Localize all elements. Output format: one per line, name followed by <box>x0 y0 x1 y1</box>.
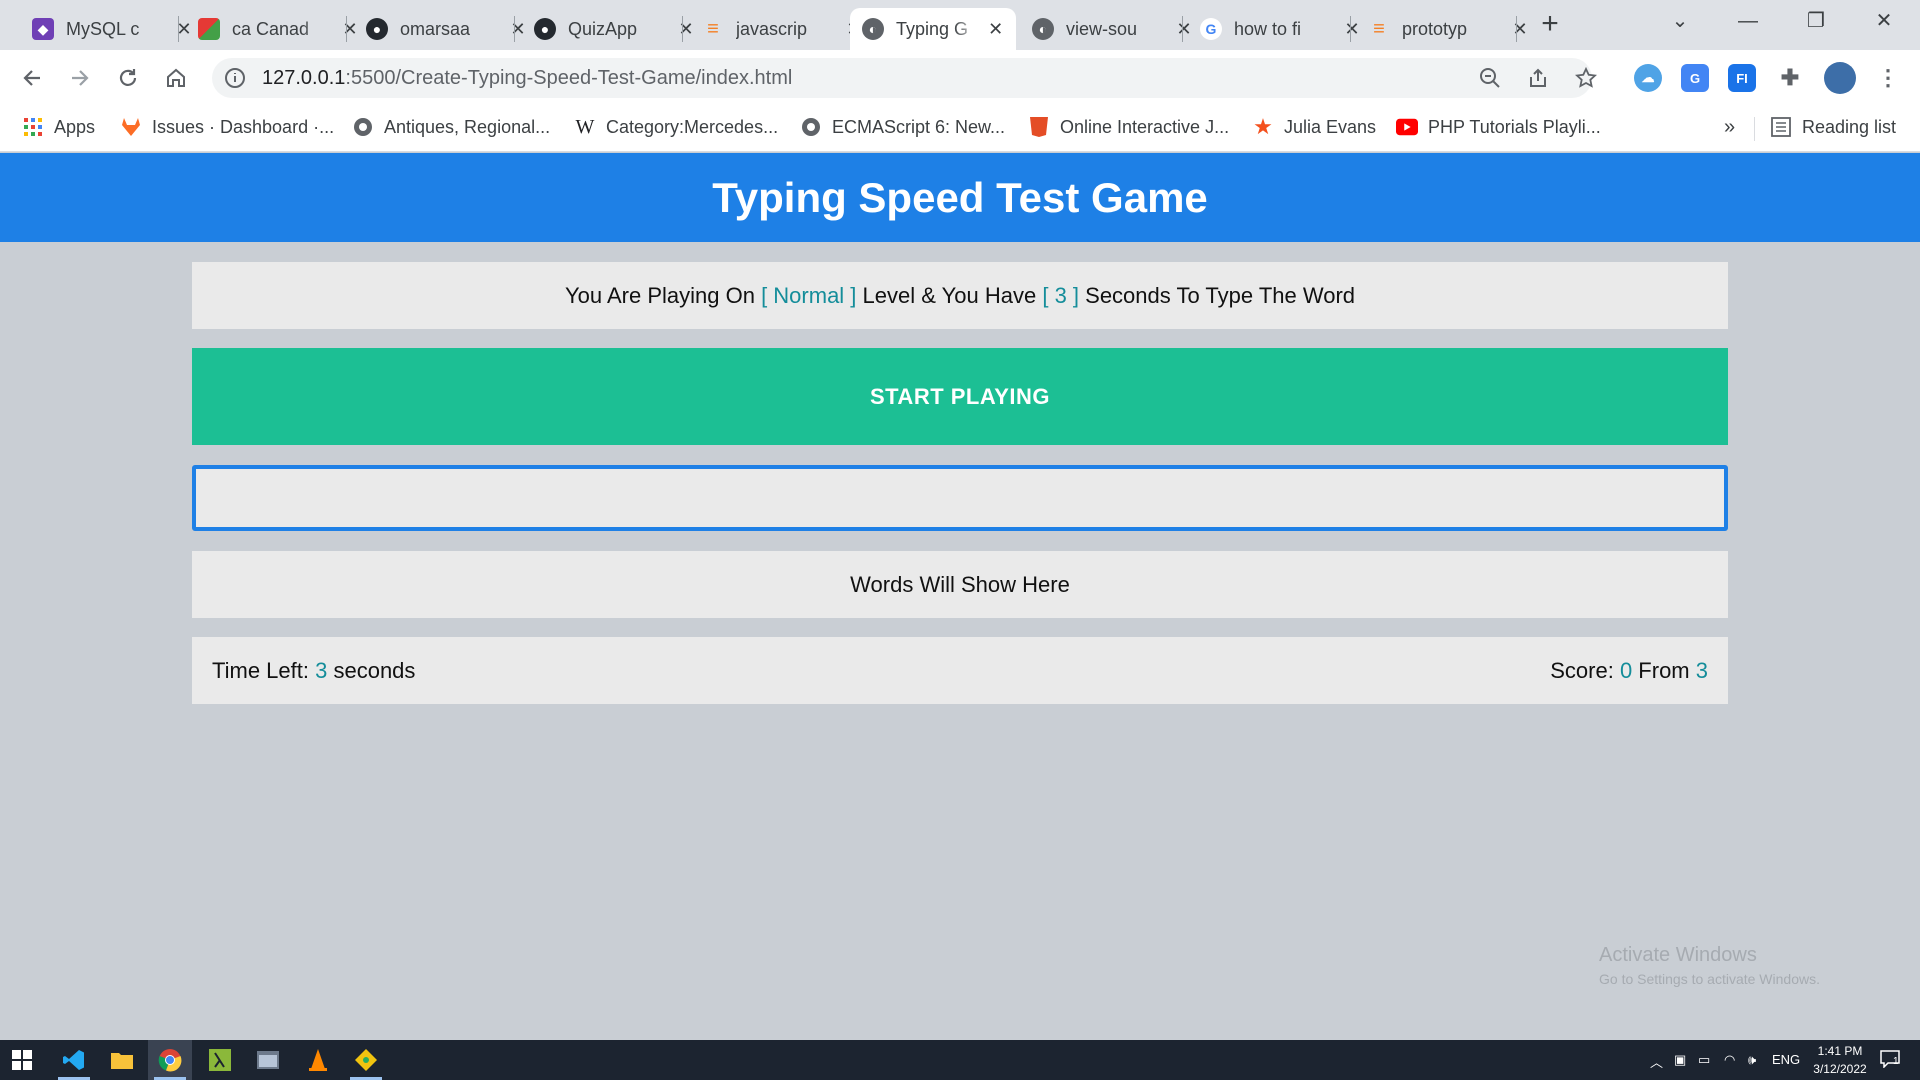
wifi-icon[interactable]: ◠ <box>1724 1052 1735 1068</box>
battery-icon[interactable]: ▭ <box>1698 1052 1710 1068</box>
page-title: Typing Speed Test Game <box>712 173 1208 221</box>
close-icon[interactable]: ✕ <box>987 19 1004 40</box>
reload-button[interactable] <box>112 62 144 94</box>
home-icon <box>167 68 185 87</box>
extensions-puzzle-icon[interactable]: ✚ <box>1776 64 1804 92</box>
stackoverflow-icon: ≡ <box>1373 17 1385 40</box>
google-icon: G <box>1200 18 1222 40</box>
browser-tab[interactable]: G how to fi ✕ <box>1188 8 1374 50</box>
browser-tab[interactable]: ● omarsaa ✕ <box>354 8 540 50</box>
browser-tab[interactable]: ≡ prototyp ✕ <box>1356 8 1542 50</box>
bookmark-item[interactable]: Issues · Dashboard ·... <box>120 116 334 138</box>
game-message: You Are Playing On [ Normal ] Level & Yo… <box>192 262 1728 329</box>
gitlab-icon <box>120 116 142 138</box>
score: Score: 0 From 3 <box>1550 657 1708 683</box>
chrome-icon[interactable] <box>148 1040 192 1080</box>
divider <box>1754 117 1755 141</box>
tab-search-icon[interactable]: ⌄ <box>1660 6 1700 36</box>
bookmark-item[interactable]: Antiques, Regional... <box>352 116 550 138</box>
lambda-app-icon[interactable] <box>198 1040 242 1080</box>
git-icon[interactable] <box>344 1040 388 1080</box>
word-input[interactable] <box>192 465 1728 531</box>
new-tab-button[interactable]: + <box>1535 9 1565 40</box>
time-left: Time Left: 3 seconds <box>212 657 416 683</box>
cloud-extension-icon[interactable]: ☁ <box>1634 64 1662 92</box>
vlc-icon[interactable] <box>296 1040 340 1080</box>
bookmark-star-icon[interactable] <box>1574 66 1598 90</box>
restore-button[interactable]: ❐ <box>1796 6 1836 36</box>
notification-center-icon[interactable]: 1 <box>1880 1050 1900 1071</box>
tray-network-monitor-icon[interactable]: ▣ <box>1674 1052 1686 1068</box>
bookmark-item[interactable]: ★ Julia Evans <box>1252 114 1376 139</box>
profile-avatar[interactable] <box>1824 62 1856 94</box>
system-clock[interactable]: 1:41 PM 3/12/2022 <box>1810 1042 1870 1078</box>
bookmark-item[interactable]: ECMAScript 6: New... <box>800 116 1005 138</box>
bookmark-item[interactable]: PHP Tutorials Playli... <box>1396 116 1601 138</box>
html5-icon <box>1028 116 1050 138</box>
back-button[interactable] <box>16 62 48 94</box>
back-arrow-icon <box>23 70 40 86</box>
globe-icon <box>352 116 374 138</box>
minimize-button[interactable]: — <box>1728 6 1768 36</box>
upcoming-words: Words Will Show Here <box>192 551 1728 618</box>
level-name: [ Normal ] <box>761 282 857 308</box>
github-icon: ● <box>534 18 556 40</box>
volume-icon[interactable]: 🕪 <box>1748 1052 1756 1068</box>
activate-windows-watermark: Activate Windows Go to Settings to activ… <box>1599 944 1820 987</box>
url-text: 127.0.0.1:5500/Create-Typing-Speed-Test-… <box>262 67 793 89</box>
site-info-icon[interactable] <box>224 67 246 94</box>
browser-toolbar: 127.0.0.1:5500/Create-Typing-Speed-Test-… <box>0 50 1920 106</box>
game-header: Typing Speed Test Game <box>0 153 1920 242</box>
home-button[interactable] <box>160 62 192 94</box>
game-control: Time Left: 3 seconds Score: 0 From 3 <box>192 637 1728 704</box>
score-total: 3 <box>1695 657 1708 683</box>
start-playing-button[interactable]: START PLAYING <box>192 348 1728 445</box>
stackoverflow-icon: ≡ <box>707 17 719 40</box>
share-icon[interactable] <box>1526 66 1550 90</box>
level-seconds: [ 3 ] <box>1042 282 1080 308</box>
browser-tab[interactable]: ≡ javascrip ✕ <box>690 8 876 50</box>
vscode-icon[interactable] <box>52 1040 96 1080</box>
apps-grid-icon <box>22 116 44 138</box>
reading-list-button[interactable]: Reading list <box>1770 116 1896 138</box>
globe-icon: ◐ <box>1032 18 1054 40</box>
browser-tab[interactable]: ca Canad ✕ <box>186 8 372 50</box>
bookmark-item[interactable]: W Category:Mercedes... <box>574 115 779 138</box>
score-value: 0 <box>1619 657 1633 683</box>
wikipedia-icon: W <box>575 115 595 138</box>
youtube-icon <box>1396 116 1418 138</box>
address-bar[interactable]: 127.0.0.1:5500/Create-Typing-Speed-Test-… <box>212 58 1597 98</box>
file-explorer-icon[interactable] <box>100 1040 144 1080</box>
close-icon[interactable]: ✕ <box>1510 19 1530 40</box>
menu-kebab-icon[interactable]: ⋮ <box>1874 64 1902 92</box>
github-icon: ● <box>366 18 388 40</box>
bookmarks-overflow-button[interactable]: » <box>1724 116 1735 139</box>
window-app-icon[interactable] <box>246 1040 290 1080</box>
windows-start-icon[interactable] <box>0 1040 44 1080</box>
bookmark-item[interactable]: Online Interactive J... <box>1028 116 1229 138</box>
close-window-button[interactable]: ✕ <box>1864 6 1904 36</box>
tab-strip: ◆ MySQL c ✕ ca Canad ✕ ● omarsaa ✕ ● Qui… <box>0 0 1920 50</box>
time-left-value: 3 <box>315 657 328 683</box>
forward-arrow-icon <box>72 70 89 86</box>
reading-list-icon <box>1770 116 1792 138</box>
globe-icon: ◐ <box>862 18 884 40</box>
star-icon: ★ <box>1253 114 1273 139</box>
zoom-icon[interactable] <box>1478 66 1502 90</box>
forward-button[interactable] <box>64 62 96 94</box>
translate-extension-icon[interactable]: G <box>1681 64 1709 92</box>
bookmarks-bar: Apps Issues · Dashboard ·... Antiques, R… <box>0 106 1920 152</box>
tray-chevron-icon[interactable]: ︿ <box>1650 1052 1663 1071</box>
language-indicator[interactable]: ENG <box>1772 1052 1800 1067</box>
browser-tab-active[interactable]: ◐ Typing G ✕ <box>850 8 1016 50</box>
fi-extension-icon[interactable]: FI <box>1728 64 1756 92</box>
globe-icon <box>800 116 822 138</box>
mysql-icon: ◆ <box>32 18 54 40</box>
browser-tab[interactable]: ◐ view-sou ✕ <box>1020 8 1206 50</box>
reload-icon <box>119 69 137 86</box>
browser-tab[interactable]: ● QuizApp ✕ <box>522 8 708 50</box>
bookmark-apps[interactable]: Apps <box>22 116 95 138</box>
windows-taskbar: ︿ ▣ ▭ ◠ 🕪 ENG 1:41 PM 3/12/2022 1 <box>0 1040 1920 1080</box>
canada-icon <box>198 18 220 40</box>
